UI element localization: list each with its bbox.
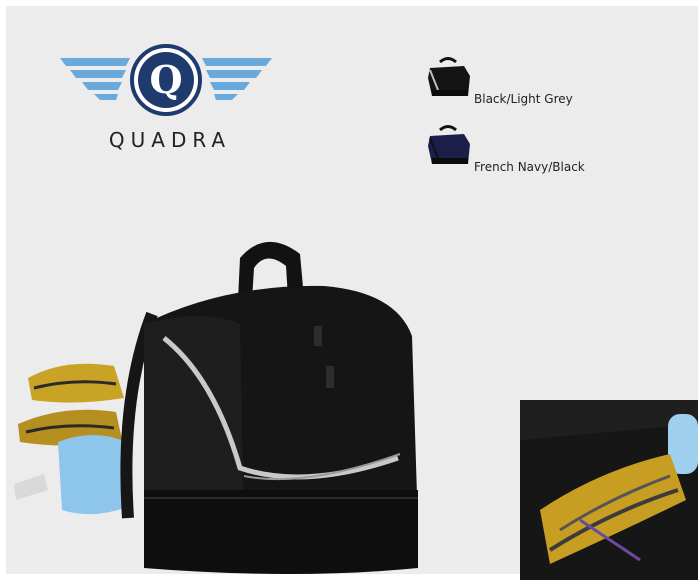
bag-french-navy-black-icon xyxy=(428,125,470,164)
colourway-label-2: French Navy/Black xyxy=(474,160,585,174)
shoe-compartment-photo xyxy=(520,400,698,580)
brand-wordmark: QUADRA xyxy=(108,128,232,152)
main-bag-photo xyxy=(14,241,418,574)
product-page: Q QUADRA Black/Light Grey French Navy/Bl… xyxy=(0,0,698,580)
bag-black-light-grey-icon xyxy=(428,57,470,96)
colourway-label-1: Black/Light Grey xyxy=(474,92,573,106)
left-wing xyxy=(60,58,130,100)
towel xyxy=(58,435,130,515)
logo-letter: Q xyxy=(149,57,182,102)
right-wing xyxy=(202,58,272,100)
